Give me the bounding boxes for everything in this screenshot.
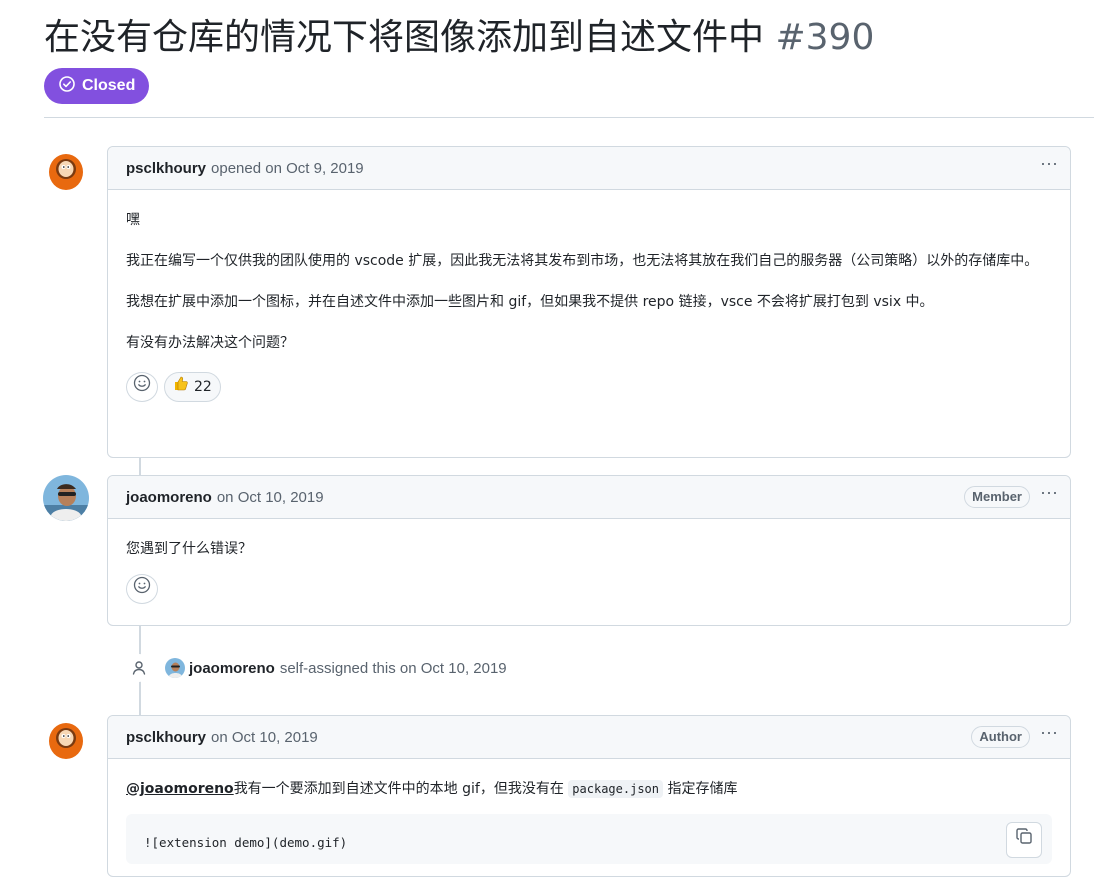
issue-title-row: 在没有仓库的情况下将图像添加到自述文件中 #390 — [44, 14, 874, 62]
author-role-badge: Author — [971, 726, 1030, 748]
inline-code: package.json — [568, 780, 663, 798]
state-label: Closed — [82, 77, 136, 94]
comment-paragraph: 您遇到了什么错误？ — [126, 541, 252, 557]
comment-meta[interactable]: on Oct 10, 2019 — [217, 489, 324, 506]
comment-author[interactable]: psclkhoury — [126, 729, 206, 746]
event-text: self-assigned this on Oct 10, 2019 — [279, 659, 507, 677]
thumbs-up-icon — [173, 375, 189, 400]
closed-check-icon — [58, 75, 76, 98]
comment-body: 嘿 我正在编写一个仅供我的团队使用的 vscode 扩展，因此我无法将其发布到市… — [108, 190, 1070, 402]
comment-author[interactable]: joaomoreno — [126, 489, 212, 506]
smiley-icon — [133, 576, 151, 603]
avatar-psclkhoury[interactable] — [43, 146, 89, 192]
comment-header: psclkhoury on Oct 10, 2019 Author ··· — [108, 716, 1070, 759]
issue-title: 在没有仓库的情况下将图像添加到自述文件中 — [44, 17, 765, 58]
user-mention-link[interactable]: @joaomoreno — [126, 781, 234, 797]
kebab-menu-icon[interactable]: ··· — [1038, 723, 1060, 746]
comment-meta[interactable]: on Oct 10, 2019 — [211, 729, 318, 746]
comment-author[interactable]: psclkhoury — [126, 160, 206, 177]
comment-card: psclkhoury on Oct 10, 2019 Author ··· @j… — [107, 715, 1071, 877]
code-block-text: ![extension demo](demo.gif) — [144, 835, 348, 850]
comment-text: 指定存储库 — [667, 781, 738, 797]
comment-text: 我有一个要添加到自述文件中的本地 gif，但我没有在 — [233, 781, 564, 797]
smiley-icon — [133, 374, 151, 401]
avatar-psclkhoury[interactable] — [43, 715, 89, 761]
comment-header: joaomoreno on Oct 10, 2019 Member ··· — [108, 476, 1070, 519]
copy-button[interactable] — [1006, 822, 1042, 858]
copy-icon — [1015, 827, 1033, 853]
comment-paragraph: 嘿 — [126, 212, 140, 228]
comment-body: 您遇到了什么错误？ — [108, 519, 1070, 604]
issue-number: #390 — [775, 17, 875, 58]
header-divider — [44, 117, 1094, 118]
reactions-row — [126, 574, 1052, 604]
comment-paragraph: 我正在编写一个仅供我的团队使用的 vscode 扩展，因此我无法将其发布到市场，… — [126, 253, 1039, 269]
comment-paragraph: 有没有办法解决这个问题？ — [126, 335, 294, 351]
reaction-thumbs-up-button[interactable]: 22 — [164, 372, 221, 402]
comment-header: psclkhoury opened on Oct 9, 2019 ··· — [108, 147, 1070, 190]
timeline-event-assigned: joaomoreno self-assigned this on Oct 10,… — [125, 654, 507, 682]
person-icon — [125, 654, 153, 682]
comment-paragraph: @joaomoreno我有一个要添加到自述文件中的本地 gif，但我没有在 pa… — [126, 777, 1052, 802]
reaction-count: 22 — [194, 378, 212, 395]
timeline-line — [139, 456, 141, 476]
add-reaction-button[interactable] — [126, 372, 158, 402]
comment-body: @joaomoreno我有一个要添加到自述文件中的本地 gif，但我没有在 pa… — [108, 759, 1070, 864]
avatar-joaomoreno[interactable] — [43, 475, 89, 521]
comment-card: psclkhoury opened on Oct 9, 2019 ··· 嘿 我… — [107, 146, 1071, 458]
kebab-menu-icon[interactable]: ··· — [1038, 154, 1060, 177]
reactions-row: 22 — [126, 372, 1052, 402]
event-actor-avatar[interactable] — [165, 658, 185, 678]
code-block: ![extension demo](demo.gif) — [126, 814, 1052, 864]
member-role-badge: Member — [964, 486, 1030, 508]
state-badge: Closed — [44, 68, 150, 104]
add-reaction-button[interactable] — [126, 574, 158, 604]
comment-meta[interactable]: opened on Oct 9, 2019 — [211, 160, 364, 177]
comment-card: joaomoreno on Oct 10, 2019 Member ··· 您遇… — [107, 475, 1071, 626]
comment-paragraph: 我想在扩展中添加一个图标，并在自述文件中添加一些图片和 gif，但如果我不提供 … — [126, 294, 934, 310]
kebab-menu-icon[interactable]: ··· — [1038, 483, 1060, 506]
event-actor[interactable]: joaomoreno — [189, 660, 275, 677]
